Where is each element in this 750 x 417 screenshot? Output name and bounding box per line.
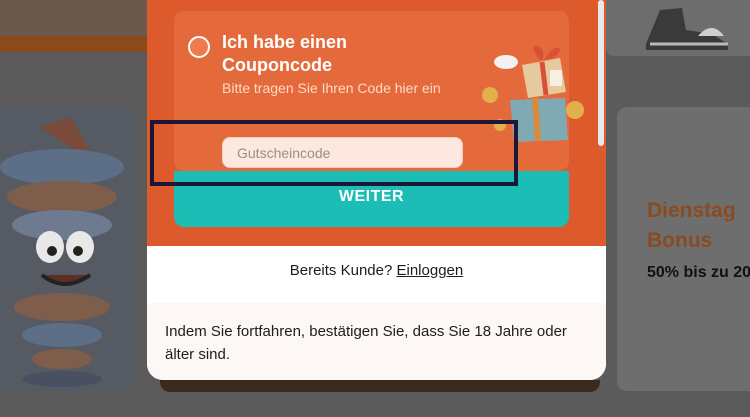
background-promo-subtitle: 50% bis zu 20 [647, 264, 750, 281]
tornado-mascot-icon [0, 117, 124, 387]
continue-button-label: WEITER [338, 188, 405, 205]
modal-scrollbar[interactable] [598, 0, 604, 146]
background-bottom-strip [160, 380, 600, 392]
login-prompt: Bereits Kunde? [289, 262, 393, 279]
background-game-card-left [0, 107, 134, 391]
coupon-title: Ich habe einen Couponcode [222, 32, 348, 75]
highlight-box [150, 120, 518, 186]
boot-icon [646, 8, 728, 50]
radio-unselected-icon[interactable] [188, 36, 210, 58]
login-link[interactable]: Einloggen [397, 262, 464, 279]
login-row: Bereits Kunde? Einloggen [147, 262, 606, 279]
legal-text: Indem Sie fortfahren, bestätigen Sie, da… [165, 323, 567, 363]
background-promo-title: Dienstag Bonus [647, 199, 736, 252]
background-top-left-tile [0, 0, 150, 52]
coupon-subtitle: Bitte tragen Sie Ihren Code hier ein [222, 80, 441, 96]
background-top-right-tile [606, 0, 750, 56]
